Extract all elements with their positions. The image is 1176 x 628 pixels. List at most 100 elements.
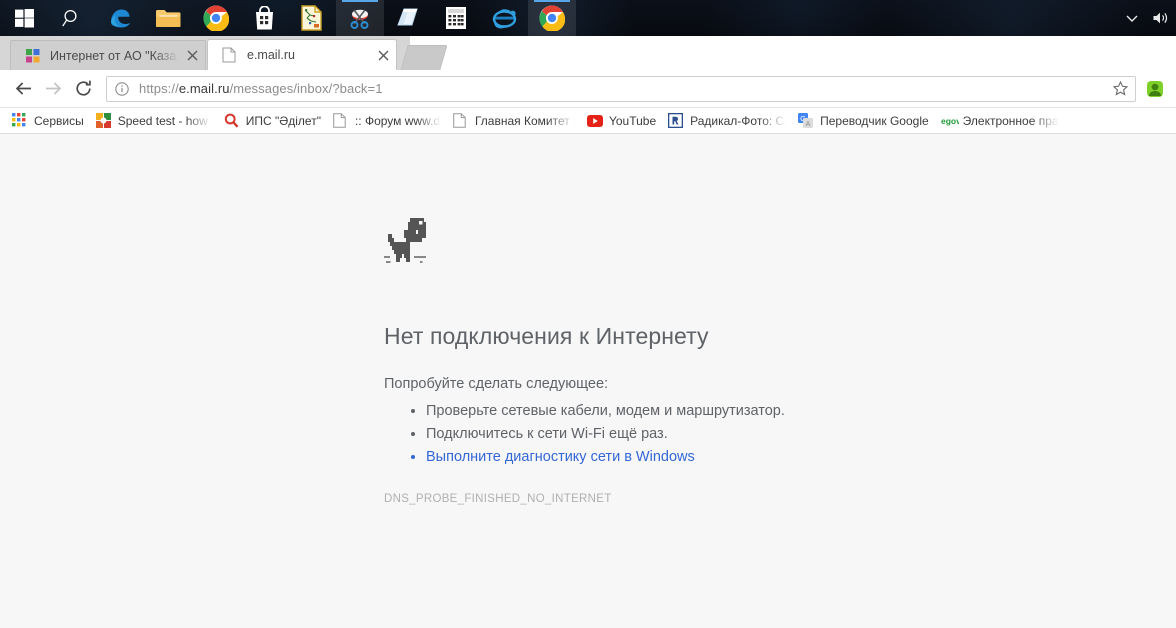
page-title: Нет подключения к Интернету: [384, 323, 984, 350]
suggestions-list: Проверьте сетевые кабели, модем и маршру…: [384, 400, 984, 469]
page-icon: [333, 113, 349, 129]
calculator-icon: [445, 6, 467, 30]
tab-strip: Интернет от АО "Казахт e.mail.ru: [0, 36, 1176, 70]
bookmark-item[interactable]: YouTube: [581, 110, 662, 132]
document-edit-icon: [300, 5, 324, 31]
taskbar: [0, 0, 1176, 36]
taskbar-sticky-notes[interactable]: [384, 0, 432, 36]
magnifier-red-icon: [224, 113, 240, 129]
folder-icon: [155, 7, 181, 29]
speaker-icon[interactable]: [1152, 10, 1170, 26]
taskbar-chrome-active[interactable]: [528, 0, 576, 36]
taskbar-active-indicator: [534, 0, 570, 2]
bookmark-item[interactable]: Сервисы: [6, 110, 90, 132]
svg-text:A: A: [806, 121, 811, 128]
google-translate-icon: G A: [798, 113, 814, 129]
error-subtitle: Попробуйте сделать следующее:: [384, 376, 984, 392]
network-diagnostics-link[interactable]: Выполните диагностику сети в Windows: [426, 446, 984, 469]
bookmarks-bar: Сервисы Speed test - how fast: [0, 108, 1176, 134]
radikal-icon: [668, 113, 684, 129]
bookmark-item[interactable]: Speed test - how fast: [90, 110, 218, 132]
speedtest-icon: [96, 113, 112, 129]
svg-text:egov: egov: [941, 116, 959, 126]
tab-strip-empty-area: [410, 36, 1176, 70]
google-apps-grid-icon: [12, 113, 28, 129]
bookmark-label: YouTube: [609, 114, 656, 128]
bookmark-item[interactable]: :: Форум www.discom: [327, 110, 447, 132]
taskbar-snipping-tool[interactable]: [336, 0, 384, 36]
bookmark-label: Переводчик Google: [820, 114, 929, 128]
browser-toolbar: https://e.mail.ru/messages/inbox/?back=1: [0, 70, 1176, 108]
tab-title: Интернет от АО "Казахт: [50, 49, 179, 63]
page-content: Нет подключения к Интернету Попробуйте с…: [0, 134, 1176, 628]
arrow-left-icon: [14, 79, 33, 98]
taskbar-edge[interactable]: [96, 0, 144, 36]
bookmark-item[interactable]: egov Электронное правит: [935, 110, 1065, 132]
back-button[interactable]: [8, 74, 38, 104]
store-icon: [253, 6, 276, 30]
egov-icon: egov: [941, 113, 957, 129]
bookmark-item[interactable]: Радикал-Фото: Созда: [662, 110, 792, 132]
suggestion-item: Проверьте сетевые кабели, модем и маршру…: [426, 400, 984, 423]
address-bar[interactable]: https://e.mail.ru/messages/inbox/?back=1: [106, 76, 1136, 102]
internet-explorer-icon: [491, 6, 518, 31]
bookmark-label: Главная Комитет по с: [475, 114, 575, 128]
taskbar-store[interactable]: [240, 0, 288, 36]
bookmark-item[interactable]: Главная Комитет по с: [447, 110, 581, 132]
search-button[interactable]: [48, 0, 96, 36]
bookmark-star-button[interactable]: [1111, 81, 1129, 96]
bookmark-item[interactable]: G A Переводчик Google: [792, 110, 935, 132]
bookmark-label: ИПС "Әділет": [246, 114, 321, 128]
bookmark-label: Сервисы: [34, 114, 84, 128]
reload-button[interactable]: [68, 74, 98, 104]
taskbar-chrome-1[interactable]: [192, 0, 240, 36]
new-tab-button[interactable]: [400, 45, 447, 70]
page-icon: [453, 113, 469, 129]
close-icon: [187, 50, 198, 61]
search-icon: [62, 8, 82, 28]
dinosaur-icon: [384, 218, 428, 266]
page-icon: [222, 47, 238, 63]
bookmark-item[interactable]: ИПС "Әділет": [218, 110, 327, 132]
browser-window: Интернет от АО "Казахт e.mail.ru: [0, 36, 1176, 627]
suggestion-item: Подключитесь к сети Wi-Fi ещё раз.: [426, 423, 984, 446]
taskbar-explorer[interactable]: [144, 0, 192, 36]
taskbar-libreoffice[interactable]: [288, 0, 336, 36]
tab-title: e.mail.ru: [247, 48, 370, 62]
notes-icon: [395, 6, 421, 30]
taskbar-active-indicator: [342, 0, 378, 2]
taskbar-calculator[interactable]: [432, 0, 480, 36]
profile-avatar-icon: [1146, 80, 1164, 98]
start-button[interactable]: [0, 0, 48, 36]
chevron-up-icon[interactable]: [1124, 10, 1140, 26]
tab-0[interactable]: Интернет от АО "Казахт: [10, 40, 206, 70]
tab-close-button[interactable]: [183, 47, 201, 65]
tab-close-button[interactable]: [374, 46, 392, 64]
url-host: e.mail.ru: [179, 81, 230, 96]
url-path: /messages/inbox/?back=1: [230, 81, 383, 96]
bookmark-label: Электронное правит: [963, 114, 1059, 128]
reload-icon: [74, 79, 93, 98]
profile-button[interactable]: [1142, 76, 1168, 102]
youtube-icon: [587, 113, 603, 129]
windows-logo-icon: [15, 9, 34, 28]
arrow-right-icon: [44, 79, 63, 98]
bookmark-label: :: Форум www.discom: [355, 114, 441, 128]
chrome-icon: [203, 5, 229, 31]
error-code: DNS_PROBE_FINISHED_NO_INTERNET: [384, 493, 984, 505]
system-tray: [1124, 0, 1176, 36]
bookmark-label: Speed test - how fast: [118, 114, 212, 128]
windows-squares-icon: [25, 48, 41, 64]
tab-1[interactable]: e.mail.ru: [208, 40, 396, 70]
forward-button[interactable]: [38, 74, 68, 104]
offline-error-page: Нет подключения к Интернету Попробуйте с…: [384, 218, 984, 505]
taskbar-ie[interactable]: [480, 0, 528, 36]
bookmark-label: Радикал-Фото: Созда: [690, 114, 786, 128]
url-text: https://e.mail.ru/messages/inbox/?back=1: [139, 81, 1111, 96]
edge-icon: [107, 5, 133, 31]
scissors-icon: [347, 6, 373, 30]
site-info-icon[interactable]: [115, 82, 131, 96]
close-icon: [378, 50, 389, 61]
url-prefix: https://: [139, 81, 179, 96]
chrome-icon: [539, 5, 565, 31]
